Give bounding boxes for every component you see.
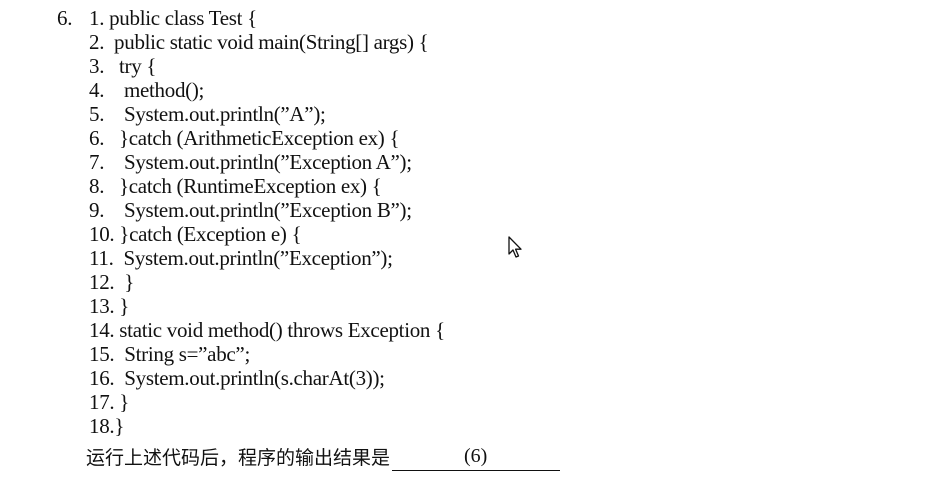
code-line-8: 8. }catch (RuntimeException ex) { (89, 174, 382, 198)
code-line-6: 6. }catch (ArithmeticException ex) { (89, 126, 400, 150)
blank-label: (6) (464, 445, 488, 467)
code-line-17: 17. } (89, 390, 130, 414)
code-line-1: 1. public class Test { (89, 6, 257, 30)
code-line-14: 14. static void method() throws Exceptio… (89, 318, 445, 342)
code-line-12: 12. } (89, 270, 135, 294)
code-line-18: 18.} (89, 414, 125, 438)
code-line-2: 2. public static void main(String[] args… (89, 30, 429, 54)
code-line-5: 5. System.out.println(”A”); (89, 102, 326, 126)
question-prompt: 运行上述代码后，程序的输出结果是 (6) (86, 445, 561, 471)
code-line-11: 11. System.out.println(”Exception”); (89, 246, 393, 270)
code-line-15: 15. String s=”abc”; (89, 342, 250, 366)
code-line-13: 13. } (89, 294, 130, 318)
code-line-3: 3. try { (89, 54, 157, 78)
question-number: 6. (57, 6, 73, 30)
code-line-4: 4. method(); (89, 78, 205, 102)
code-line-10: 10. }catch (Exception e) { (89, 222, 302, 246)
question-text: 运行上述代码后，程序的输出结果是 (86, 447, 391, 469)
code-line-16: 16. System.out.println(s.charAt(3)); (89, 366, 385, 390)
document-page: 6. 1. public class Test { 2. public stat… (0, 0, 937, 478)
code-line-7: 7. System.out.println(”Exception A”); (89, 150, 412, 174)
answer-blank: (6) (392, 445, 561, 471)
code-line-9: 9. System.out.println(”Exception B”); (89, 198, 412, 222)
mouse-pointer-icon (508, 236, 524, 260)
